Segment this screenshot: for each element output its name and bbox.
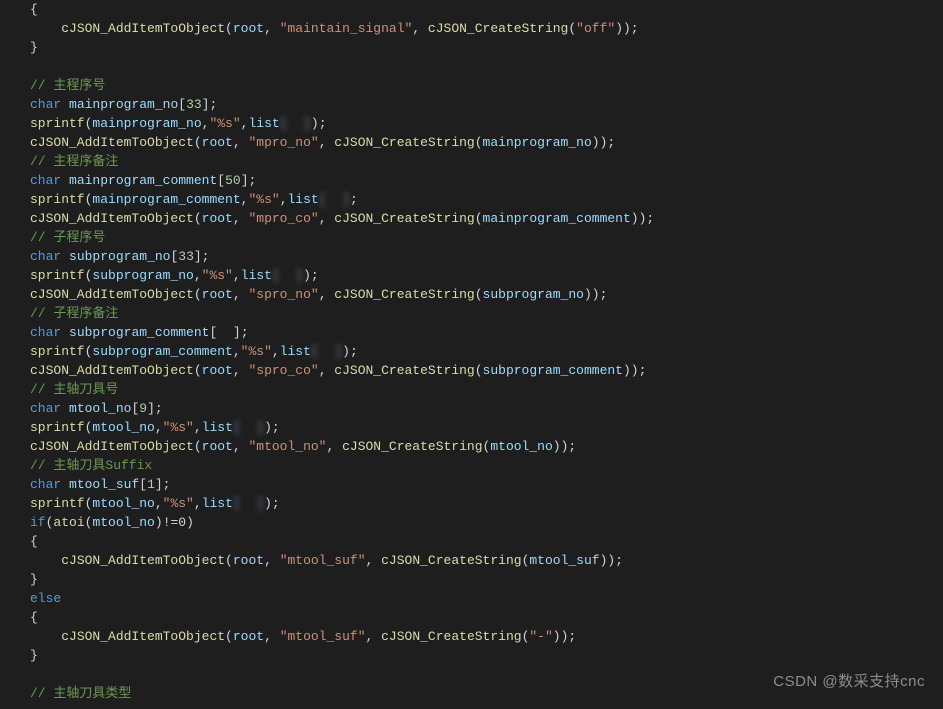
- code-line: sprintf(mainprogram_no,"%s",list[ ]);: [30, 114, 943, 133]
- blank-line: [30, 57, 943, 76]
- code-line: {: [30, 532, 943, 551]
- code-line: sprintf(subprogram_comment,"%s",list[ ])…: [30, 342, 943, 361]
- code-line: char mtool_suf[1];: [30, 475, 943, 494]
- watermark-label: CSDN @数采支持cnc: [773, 672, 925, 691]
- comment-line: // 子程序备注: [30, 304, 943, 323]
- redacted-icon: [ ]: [319, 192, 350, 207]
- code-line: char subprogram_no[33];: [30, 247, 943, 266]
- comment-line: // 主轴刀具号: [30, 380, 943, 399]
- redacted-icon: [ ]: [311, 344, 342, 359]
- code-line: {: [30, 0, 943, 19]
- code-line: {: [30, 608, 943, 627]
- code-line: cJSON_AddItemToObject(root, "mpro_no", c…: [30, 133, 943, 152]
- code-line: cJSON_AddItemToObject(root, "mtool_suf",…: [30, 627, 943, 646]
- redacted-icon: [ ]: [233, 420, 264, 435]
- code-line: cJSON_AddItemToObject(root, "mtool_suf",…: [30, 551, 943, 570]
- code-line: char mtool_no[9];: [30, 399, 943, 418]
- code-line: char mainprogram_comment[50];: [30, 171, 943, 190]
- redacted-icon: [ ]: [233, 496, 264, 511]
- comment-line: // 主轴刀具Suffix: [30, 456, 943, 475]
- code-line: sprintf(subprogram_no,"%s",list[ ]);: [30, 266, 943, 285]
- comment-line: // 子程序号: [30, 228, 943, 247]
- code-line: cJSON_AddItemToObject(root, "spro_no", c…: [30, 285, 943, 304]
- comment-line: // 主程序备注: [30, 152, 943, 171]
- redacted-icon: [217, 325, 233, 340]
- code-line: }: [30, 646, 943, 665]
- redacted-icon: [ ]: [280, 116, 311, 131]
- code-line: cJSON_AddItemToObject(root, "mtool_no", …: [30, 437, 943, 456]
- code-line: cJSON_AddItemToObject(root, "maintain_si…: [30, 19, 943, 38]
- code-line: sprintf(mtool_no,"%s",list[ ]);: [30, 494, 943, 513]
- code-line: }: [30, 570, 943, 589]
- code-line: sprintf(mainprogram_comment,"%s",list[ ]…: [30, 190, 943, 209]
- code-line: if(atoi(mtool_no)!=0): [30, 513, 943, 532]
- code-line: else: [30, 589, 943, 608]
- comment-line: // 主程序号: [30, 76, 943, 95]
- code-line: cJSON_AddItemToObject(root, "spro_co", c…: [30, 361, 943, 380]
- code-line: char mainprogram_no[33];: [30, 95, 943, 114]
- code-line: }: [30, 38, 943, 57]
- code-line: sprintf(mtool_no,"%s",list[ ]);: [30, 418, 943, 437]
- redacted-icon: [ ]: [272, 268, 303, 283]
- code-line: cJSON_AddItemToObject(root, "mpro_co", c…: [30, 209, 943, 228]
- code-line: char subprogram_comment[ ];: [30, 323, 943, 342]
